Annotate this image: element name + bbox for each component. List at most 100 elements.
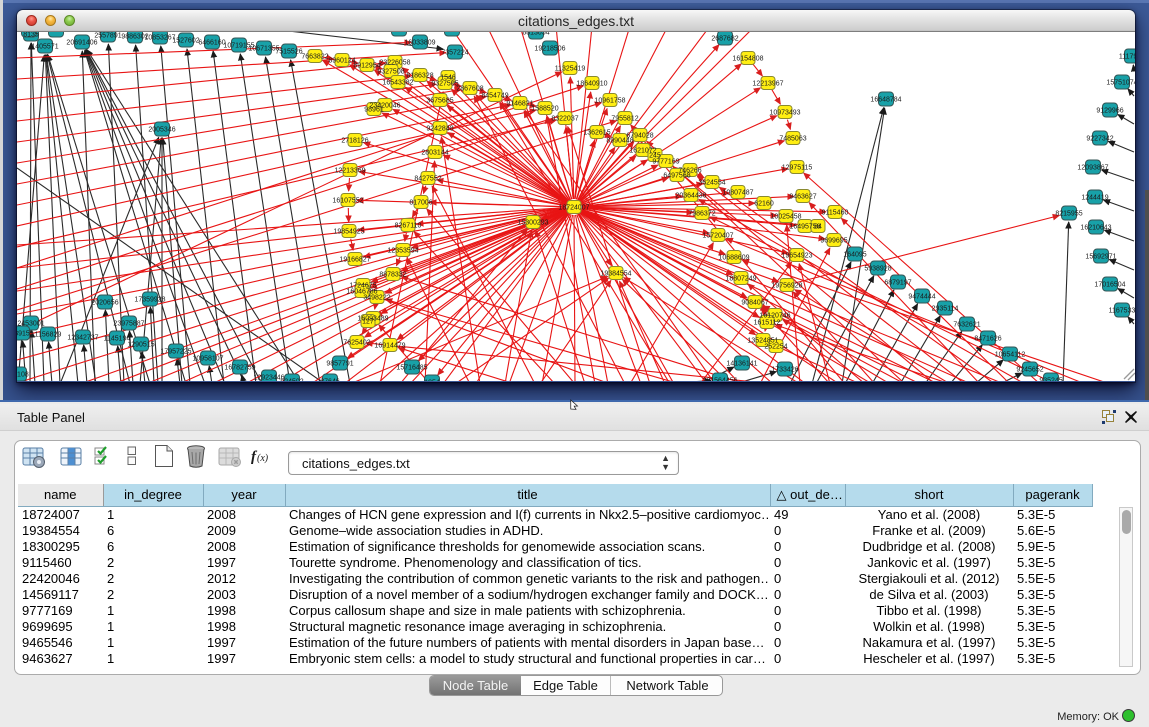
svg-text:19166827: 19166827 [339, 257, 370, 264]
svg-text:10807487: 10807487 [722, 190, 753, 197]
svg-text:7986372: 7986372 [688, 211, 715, 218]
svg-text:19854925: 19854925 [333, 229, 364, 236]
svg-text:2803144: 2803144 [421, 150, 448, 157]
svg-text:2020656: 2020656 [91, 300, 118, 307]
svg-text:23226058: 23226058 [379, 60, 410, 67]
svg-text:9242848: 9242848 [426, 126, 453, 133]
svg-text:10973493: 10973493 [769, 110, 800, 117]
svg-text:3498222: 3498222 [363, 295, 390, 302]
svg-text:2453001: 2453001 [17, 321, 44, 328]
svg-text:7632621: 7632621 [953, 322, 980, 329]
svg-text:15300293: 15300293 [517, 220, 548, 227]
svg-text:16210643: 16210643 [1080, 225, 1111, 232]
svg-text:19108: 19108 [17, 372, 29, 379]
svg-text:127: 127 [362, 319, 374, 326]
svg-text:2935114: 2935114 [932, 306, 959, 313]
svg-text:1527602: 1527602 [172, 38, 199, 45]
svg-text:8267110: 8267110 [395, 223, 422, 230]
svg-text:8471626: 8471626 [974, 336, 1001, 343]
svg-text:12213967: 12213967 [752, 81, 783, 88]
svg-text:12353594: 12353594 [387, 248, 418, 255]
svg-text:(x): (x) [257, 453, 269, 464]
svg-text:881305: 881305 [440, 32, 463, 34]
svg-text:7485063: 7485063 [779, 136, 806, 143]
svg-text:9245652: 9245652 [1016, 367, 1043, 374]
svg-text:8135: 8135 [23, 32, 39, 39]
svg-text:15751074: 15751074 [1106, 80, 1135, 87]
svg-text:18724007: 18724007 [558, 205, 589, 212]
svg-text:1362615: 1362615 [583, 130, 610, 137]
svg-text:19218506: 19218506 [534, 46, 565, 53]
svg-text:8813054: 8813054 [522, 32, 549, 37]
svg-text:16914479: 16914479 [374, 343, 405, 350]
svg-text:6794028: 6794028 [626, 133, 653, 140]
svg-text:9463627: 9463627 [789, 194, 816, 201]
svg-text:2718126: 2718126 [341, 138, 368, 145]
svg-text:963214: 963214 [387, 32, 410, 34]
svg-text:19384554: 19384554 [600, 271, 631, 278]
svg-text:9115460: 9115460 [822, 210, 849, 217]
svg-text:7663822: 7663822 [301, 54, 328, 61]
svg-text:17016504: 17016504 [1094, 282, 1125, 289]
svg-text:10853267: 10853267 [144, 35, 175, 42]
svg-text:2867608: 2867608 [456, 86, 483, 93]
svg-text:9857791: 9857791 [326, 361, 353, 368]
svg-text:1167533: 1167533 [1109, 308, 1135, 315]
svg-text:8878332: 8878332 [379, 272, 406, 279]
svg-text:12093867: 12093867 [1077, 165, 1108, 172]
svg-text:1733426: 1733426 [771, 367, 798, 374]
svg-text:9327505: 9327505 [431, 81, 458, 88]
svg-text:9777169: 9777169 [652, 159, 679, 166]
svg-text:9084067: 9084067 [741, 300, 768, 307]
svg-text:2005346: 2005346 [148, 127, 175, 134]
svg-text:19654923: 19654923 [781, 253, 812, 260]
svg-text:1156829: 1156829 [35, 332, 62, 339]
svg-text:10654112: 10654112 [995, 352, 1026, 359]
svg-text:8322037: 8322037 [551, 116, 578, 123]
svg-text:18807249: 18807249 [725, 276, 756, 283]
svg-text:9146821: 9146821 [506, 101, 533, 108]
svg-text:10025458: 10025458 [770, 214, 801, 221]
svg-text:8427552: 8427552 [414, 176, 441, 183]
svg-text:201564456: 201564456 [702, 378, 737, 382]
svg-text:6466160: 6466160 [198, 40, 225, 47]
svg-text:16782759: 16782759 [224, 365, 255, 372]
svg-text:924502: 924502 [280, 379, 303, 382]
svg-text:16107552: 16107552 [332, 198, 363, 205]
svg-text:7515526: 7515526 [275, 49, 302, 56]
svg-text:1117992: 1117992 [1119, 54, 1135, 61]
svg-text:8960124: 8960124 [328, 58, 355, 65]
svg-text:17359928: 17359928 [134, 297, 165, 304]
svg-text:817006: 817006 [409, 200, 432, 207]
svg-text:16154808: 16154808 [732, 56, 763, 63]
svg-text:84: 84 [814, 224, 822, 231]
svg-text:23975887: 23975887 [113, 321, 144, 328]
svg-text:16033809: 16033809 [404, 40, 435, 47]
svg-text:9327508: 9327508 [377, 69, 404, 76]
svg-text:9699695: 9699695 [820, 238, 847, 245]
svg-text:15716485: 15716485 [396, 365, 427, 372]
svg-text:9474444: 9474444 [908, 294, 935, 301]
svg-text:18640910: 18640910 [576, 81, 607, 88]
svg-text:1954: 1954 [424, 380, 440, 382]
svg-text:6879197: 6879197 [884, 280, 911, 287]
svg-text:20364436: 20364436 [675, 193, 706, 200]
svg-text:16543382: 16543382 [382, 80, 413, 87]
svg-text:2557891: 2557891 [94, 33, 121, 40]
svg-text:1244419: 1244419 [1081, 195, 1108, 202]
svg-text:10961758: 10961758 [594, 98, 625, 105]
svg-text:15692971: 15692971 [1085, 254, 1116, 261]
svg-text:939159: 939159 [17, 331, 34, 338]
svg-text:8186328: 8186328 [406, 73, 433, 80]
svg-text:12342737: 12342737 [67, 335, 98, 342]
svg-text:8454749: 8454749 [481, 93, 508, 100]
svg-text:3624554: 3624554 [698, 180, 725, 187]
svg-text:10688609: 10688609 [718, 255, 749, 262]
svg-text:7357224: 7357224 [441, 50, 468, 57]
svg-text:16648784: 16648784 [870, 97, 901, 104]
svg-text:1290515: 1290515 [127, 342, 154, 349]
svg-text:62160: 62160 [754, 201, 774, 208]
svg-text:3675685: 3675685 [426, 98, 453, 105]
svg-text:19756928: 19756928 [771, 283, 802, 290]
svg-text:1615112: 1615112 [754, 320, 781, 327]
